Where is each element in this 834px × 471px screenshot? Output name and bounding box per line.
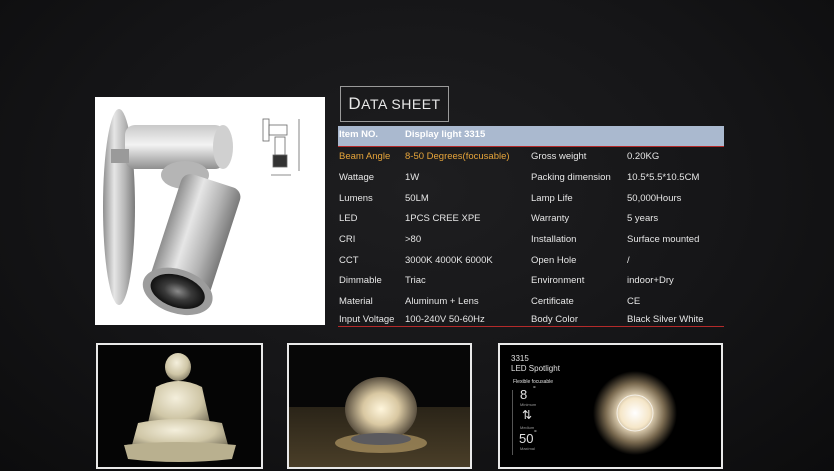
range-arrows-icon: ⇅ xyxy=(522,408,533,422)
spec-label: Warranty xyxy=(531,213,570,224)
spotlight-product-illustration xyxy=(103,109,300,316)
table-row: CRI >80 Installation Surface mounted xyxy=(338,230,724,250)
spec-label: CCT xyxy=(339,255,359,266)
table-bottom-line xyxy=(338,326,724,327)
min-angle-label: Minimum xyxy=(520,402,537,407)
beam-angle-card: 3315 LED Spotlight Flexible focusable 8 … xyxy=(498,343,723,469)
spec-label: Lamp Life xyxy=(531,193,573,204)
spec-value: Black Silver White xyxy=(627,314,704,325)
card-subtitle: Flexible focusable xyxy=(513,379,554,385)
item-no-value: Display light 3315 xyxy=(405,129,486,140)
card-model: 3315 xyxy=(511,354,529,363)
spec-value: 1W xyxy=(405,172,420,183)
spec-value: >80 xyxy=(405,234,422,245)
spec-label: Installation xyxy=(531,234,577,245)
spec-value: Aluminum + Lens xyxy=(405,296,479,307)
spec-label: Certificate xyxy=(531,296,574,307)
spec-label: Material xyxy=(339,296,373,307)
spec-value: 100-240V 50-60Hz xyxy=(405,314,485,325)
table-row: Lumens 50LM Lamp Life 50,000Hours xyxy=(338,189,724,209)
spec-value: 0.20KG xyxy=(627,151,660,162)
spec-value: 8-50 Degrees(focusable) xyxy=(405,151,510,162)
light-spot-illustration xyxy=(593,371,677,455)
table-row: LED 1PCS CREE XPE Warranty 5 years xyxy=(338,209,724,229)
spec-value: CE xyxy=(627,296,641,307)
spec-label: Dimmable xyxy=(339,275,382,286)
spec-label: CRI xyxy=(339,234,356,245)
spec-value: 50LM xyxy=(405,193,429,204)
figurine-photo xyxy=(96,343,263,469)
spec-value: 50,000Hours xyxy=(627,193,682,204)
spec-value: 3000K 4000K 6000K xyxy=(405,255,493,266)
table-row: Dimmable Triac Environment indoor+Dry xyxy=(338,271,724,291)
spec-label: Body Color xyxy=(531,314,578,325)
bowl-photo xyxy=(287,343,472,469)
spec-table: Item NO. Display light 3315 Beam Angle 8… xyxy=(338,126,724,327)
title-rest: ATA SHEET xyxy=(361,96,441,112)
spec-value: 5 years xyxy=(627,213,659,224)
spec-label: Beam Angle xyxy=(339,151,391,162)
figurine-illustration xyxy=(124,353,236,462)
spec-label: LED xyxy=(339,213,358,224)
min-angle-value: 8 xyxy=(520,387,528,402)
max-angle-label: Maximal xyxy=(520,446,535,451)
spec-value: Triac xyxy=(405,275,426,286)
spec-label: Lumens xyxy=(339,193,373,204)
item-no-label: Item NO. xyxy=(339,129,379,140)
spec-value: Surface mounted xyxy=(627,234,700,245)
card-product-name: LED Spotlight xyxy=(511,364,560,373)
spec-label: Packing dimension xyxy=(531,172,611,183)
scale-bar xyxy=(512,390,513,455)
spec-value: / xyxy=(627,255,630,266)
mid-angle-label: Medium xyxy=(520,425,535,430)
spec-label: Environment xyxy=(531,275,585,286)
spec-value: 10.5*5.5*10.5CM xyxy=(627,172,700,183)
datasheet-title: DATA SHEET xyxy=(340,86,449,122)
max-angle-value: 50 xyxy=(519,431,534,446)
bowl-illustration xyxy=(289,377,470,467)
spec-value: indoor+Dry xyxy=(627,275,674,286)
table-row: Input Voltage 100-240V 50-60Hz Body Colo… xyxy=(338,310,724,330)
table-row: Material Aluminum + Lens Certificate CE xyxy=(338,292,724,312)
title-initial: D xyxy=(348,94,362,113)
table-header: Item NO. Display light 3315 xyxy=(338,126,724,146)
min-angle-degree: ° xyxy=(533,386,536,393)
table-row: CCT 3000K 4000K 6000K Open Hole / xyxy=(338,251,724,271)
dimension-drawing xyxy=(262,118,300,176)
max-angle-degree: ° xyxy=(534,430,537,437)
spec-label: Wattage xyxy=(339,172,375,183)
table-row: Wattage 1W Packing dimension 10.5*5.5*10… xyxy=(338,168,724,188)
spec-label: Gross weight xyxy=(531,151,587,162)
spec-label: Open Hole xyxy=(531,255,577,266)
table-row: Beam Angle 8-50 Degrees(focusable) Gross… xyxy=(338,147,724,167)
spec-label: Input Voltage xyxy=(339,314,395,325)
spec-value: 1PCS CREE XPE xyxy=(405,213,481,224)
product-photo xyxy=(95,97,325,325)
